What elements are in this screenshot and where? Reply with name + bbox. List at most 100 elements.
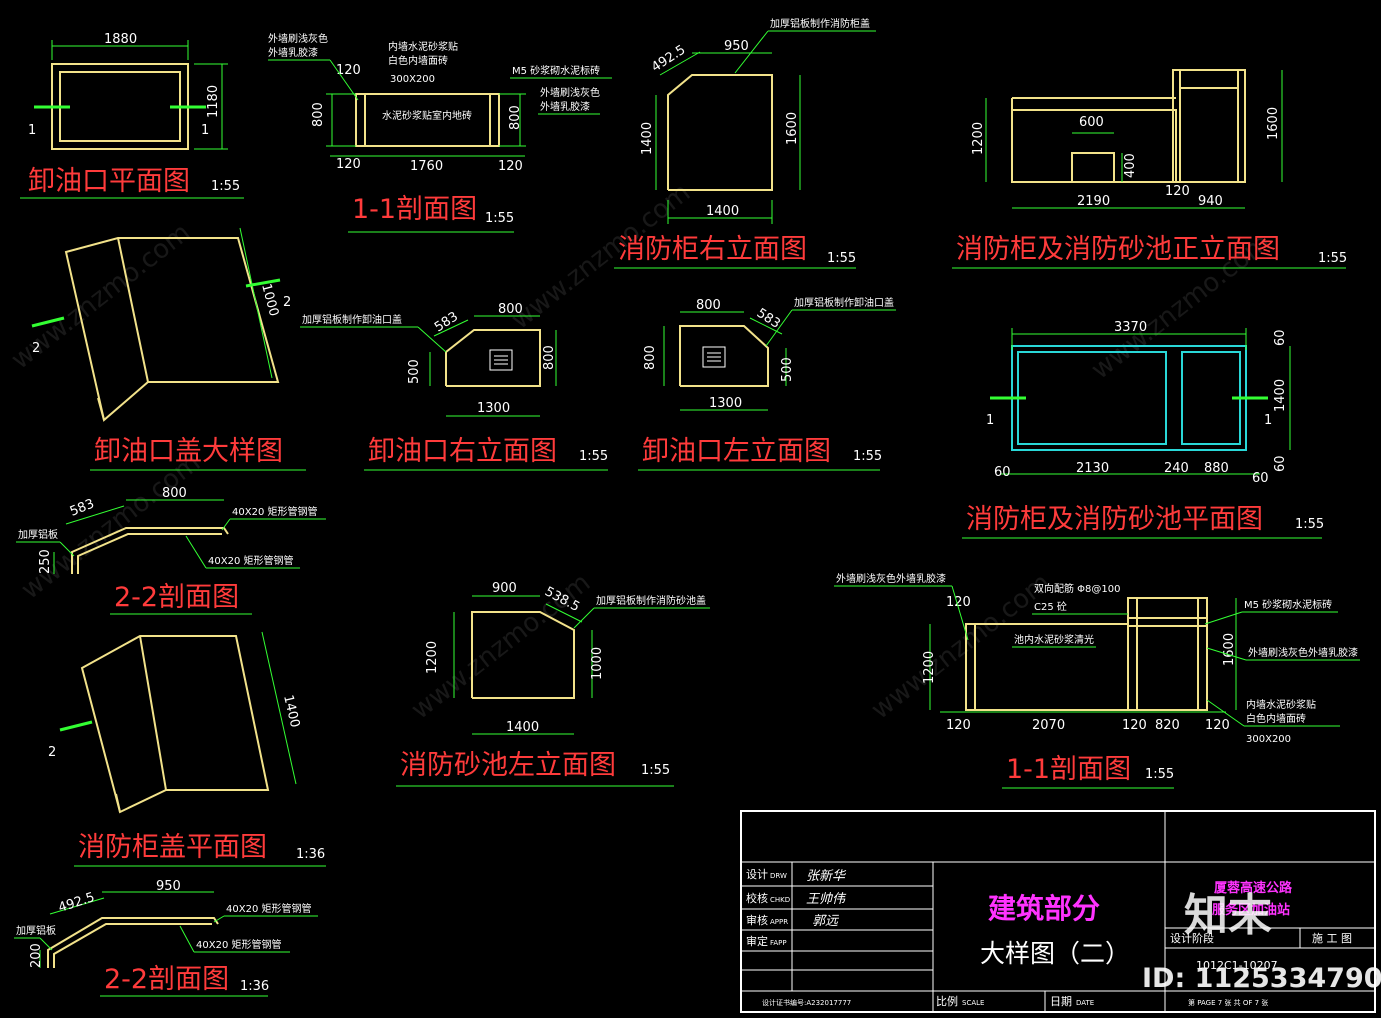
reviewer-signature: 郭远 <box>812 914 840 929</box>
checker-code: CHKD <box>770 896 790 904</box>
dim: 1400 <box>640 122 655 155</box>
dim: 950 <box>156 879 181 894</box>
note: 外墙乳胶漆 <box>540 100 590 113</box>
section-mark: 1 <box>201 123 209 138</box>
dim: 1200 <box>425 641 440 674</box>
dim: 1600 <box>1266 107 1281 140</box>
note: 外墙刷浅灰色外墙乳胶漆 <box>1248 646 1358 659</box>
drawing-title: 1-1剖面图 <box>352 194 477 225</box>
drawing-title: 2-2剖面图 <box>104 964 229 995</box>
scale-label: 比例 <box>936 994 958 1008</box>
date-label: 日期 <box>1050 995 1072 1008</box>
drawing-scale: 1:55 <box>1295 517 1324 532</box>
drawing-scale: 1:55 <box>827 251 856 266</box>
drawing-scale: 1:55 <box>211 179 240 194</box>
dim: 800 <box>542 345 557 370</box>
note: 加厚铝板 <box>16 924 56 937</box>
dim: 1300 <box>477 401 510 416</box>
drawing-scale: 1:55 <box>1318 251 1347 266</box>
image-id: ID: 1125334790 <box>1142 963 1381 994</box>
drawing-scale: 1:55 <box>853 449 882 464</box>
drawing-title: 卸油口左立面图 <box>642 436 831 467</box>
dim: 120 <box>1205 718 1230 733</box>
dim: 500 <box>407 359 422 384</box>
drawing-scale: 1:55 <box>485 211 514 226</box>
dim: 1200 <box>971 122 986 155</box>
outlet-cover-detail: 2 2 1000 卸油口盖大样图 <box>31 227 306 471</box>
section-2-2-b: 492.5 950 200 40X20 矩形管钢管 加厚铝板 40X20 矩形管… <box>14 879 318 997</box>
dim: 120 <box>498 159 523 174</box>
outlet-right-elevation: 583 800 500 800 1300 加厚铝板制作卸油口盖 卸油口右立面图 … <box>300 302 608 471</box>
drawing-scale: 1:55 <box>579 449 608 464</box>
dim: 1400 <box>1273 379 1288 412</box>
outer-wall <box>51 63 189 150</box>
dim: 60 <box>1273 329 1288 346</box>
dim: 60 <box>1252 471 1269 486</box>
dim: 120 <box>1122 718 1147 733</box>
checker-label: 校核 <box>746 891 768 905</box>
note: 外墙刷浅灰色 <box>540 86 600 99</box>
drawing-title: 消防砂池左立面图 <box>400 750 616 781</box>
cad-drawing-sheet: www.znzmo.com www.znzmo.com www.znzmo.co… <box>6 17 1381 1013</box>
certificate-number: 设计证书编号:A232017777 <box>762 998 851 1007</box>
scale-code: SCALE <box>962 999 984 1007</box>
dim: 880 <box>1204 461 1229 476</box>
note: 40X20 矩形管钢管 <box>208 554 293 567</box>
drawing-title: 消防柜右立面图 <box>618 234 807 265</box>
outlet-left-elevation: 800 583 800 500 1300 加厚铝板制作卸油口盖 卸油口左立面图 … <box>638 296 896 471</box>
section-mark: 1 <box>986 413 994 428</box>
right-wall <box>489 93 500 147</box>
cabinet-front-elevation: 600 1200 400 1600 2190 120 940 消防柜及消防砂池正… <box>952 69 1347 269</box>
approver-label: 审定 <box>746 934 768 948</box>
left-wall <box>355 93 366 147</box>
dim: 900 <box>492 581 517 596</box>
dim-width: 1880 <box>104 32 137 47</box>
note: 白色内墙面砖 <box>1246 712 1306 725</box>
dim: 1760 <box>410 159 443 174</box>
designer-code: DRW <box>770 872 787 880</box>
drawing-scale: 1:55 <box>1145 767 1174 782</box>
note: 加厚铝板制作消防砂池盖 <box>596 594 706 607</box>
plan-outlet-drawing: 1 1 1880 1180 卸油口平面图 1:55 <box>20 32 244 199</box>
drawing-scale: 1:36 <box>296 847 325 862</box>
note: 内墙水泥砂浆贴 <box>1246 698 1316 711</box>
date-code: DATE <box>1076 999 1094 1007</box>
note: 300X200 <box>390 74 435 85</box>
drawing-title: 消防柜盖平面图 <box>78 832 267 863</box>
section-mark: 1 <box>1264 413 1272 428</box>
note: 40X20 矩形管钢管 <box>232 505 317 518</box>
dim: 800 <box>696 298 721 313</box>
cabinet-cover-plan: 2 1400 消防柜盖平面图 1:36 <box>48 631 326 867</box>
note: 外墙刷浅灰色外墙乳胶漆 <box>836 572 946 585</box>
dim: 120 <box>946 718 971 733</box>
dim: 500 <box>780 357 795 382</box>
cabinet-plan: 1 1 3370 60 1400 60 60 2130 240 880 60 消… <box>962 320 1324 539</box>
reviewer-label: 审核 <box>746 913 768 927</box>
dim: 60 <box>994 465 1011 480</box>
dim: 2130 <box>1076 461 1109 476</box>
dim: 800 <box>311 102 326 127</box>
note: C25 砼 <box>1034 600 1067 613</box>
note: 加厚铝板制作消防柜盖 <box>770 17 870 30</box>
section-mark: 2 <box>32 341 40 356</box>
dim: 1400 <box>280 694 302 730</box>
drawing-name: 大样图（二） <box>980 939 1130 968</box>
note: M5 砂浆砌水泥标砖 <box>1244 598 1332 611</box>
dim: 800 <box>498 302 523 317</box>
dim: 1000 <box>258 282 281 318</box>
page-count: 第 PAGE 7 张 共 OF 7 张 <box>1188 998 1268 1007</box>
drawing-title: 消防柜及消防砂池平面图 <box>966 504 1263 535</box>
stage-value: 施 工 图 <box>1312 932 1352 945</box>
drawing-scale: 1:36 <box>240 979 269 994</box>
checker-signature: 王帅伟 <box>806 892 847 907</box>
note: 加厚铝板 <box>18 528 58 541</box>
dim: 800 <box>643 345 658 370</box>
dim: 1400 <box>506 720 539 735</box>
note: 40X20 矩形管钢管 <box>196 938 281 951</box>
note: 300X200 <box>1246 734 1291 745</box>
dim: 1600 <box>785 112 800 145</box>
dim: 820 <box>1155 718 1180 733</box>
dim: 250 <box>38 549 53 574</box>
dim: 200 <box>29 943 44 968</box>
dim: 600 <box>1079 115 1104 130</box>
